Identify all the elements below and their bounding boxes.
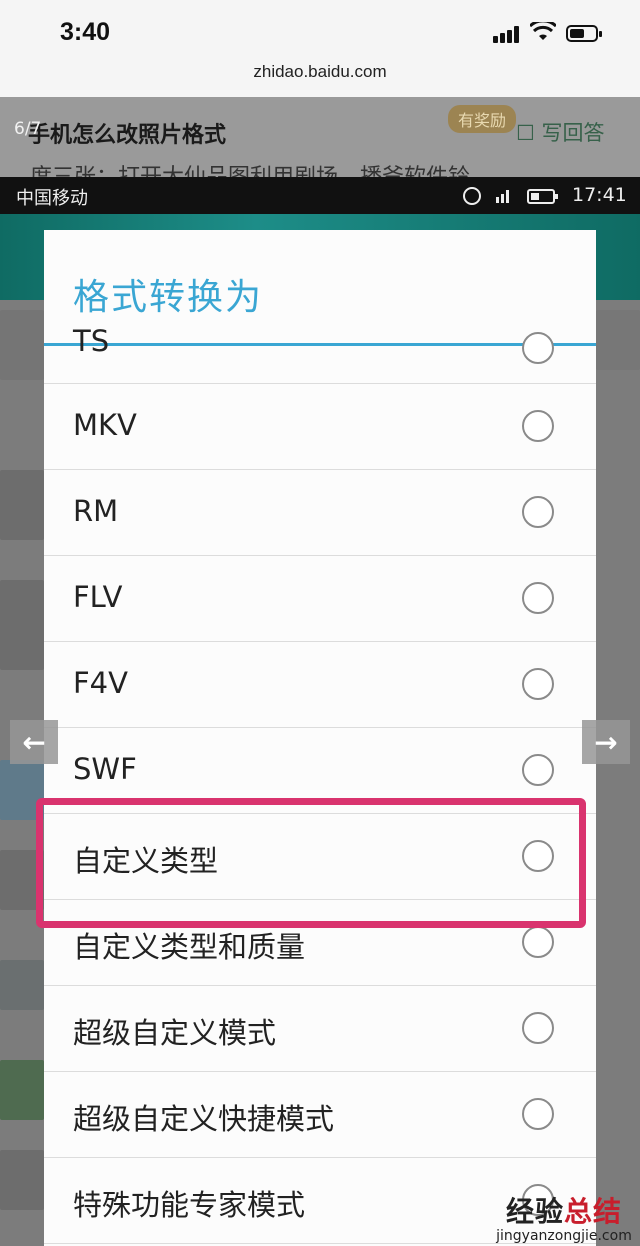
radio-button[interactable] bbox=[522, 926, 554, 958]
format-option[interactable]: MKV bbox=[44, 384, 596, 470]
option-label: 特殊功能专家模式 bbox=[73, 1188, 306, 1222]
radio-button[interactable] bbox=[522, 668, 554, 700]
arrow-right-icon: → bbox=[594, 725, 618, 759]
option-label: 超级自定义模式 bbox=[73, 1016, 277, 1050]
watermark-url: jingyanzongjie.com bbox=[496, 1228, 632, 1244]
side-thumbnail bbox=[0, 1060, 44, 1120]
option-label: SWF bbox=[73, 752, 137, 786]
android-clock: 17:41 bbox=[572, 184, 627, 206]
format-option[interactable]: 超级自定义模式 bbox=[44, 986, 596, 1072]
question-title: 手机怎么改照片格式 bbox=[28, 123, 227, 148]
radio-button[interactable] bbox=[522, 410, 554, 442]
format-option[interactable]: F4V bbox=[44, 642, 596, 728]
watermark-title: 经验总结 bbox=[488, 1190, 640, 1230]
android-status-bar: 中国移动 17:41 bbox=[0, 177, 640, 214]
option-label: FLV bbox=[73, 580, 123, 614]
address-bar-url[interactable]: zhidao.baidu.com bbox=[0, 62, 640, 82]
dialog-title: 格式转换为 bbox=[73, 277, 264, 318]
previous-image-button[interactable]: ← bbox=[10, 720, 58, 764]
ios-clock: 3:40 bbox=[60, 18, 111, 46]
watermark-title-part1: 经验 bbox=[505, 1195, 564, 1228]
radio-button[interactable] bbox=[522, 582, 554, 614]
wifi-icon bbox=[530, 22, 556, 40]
reward-badge: 有奖励 bbox=[448, 105, 517, 133]
option-label: F4V bbox=[73, 666, 128, 700]
highlight-annotation bbox=[36, 798, 586, 928]
radio-button[interactable] bbox=[522, 1098, 554, 1130]
side-thumbnail bbox=[0, 470, 44, 540]
cellular-signal-icon bbox=[493, 25, 523, 43]
alarm-icon bbox=[463, 187, 481, 205]
format-option[interactable]: FLV bbox=[44, 556, 596, 642]
format-dialog: 格式转换为 TS MKV RM FLV F4V SWF 自定义类型 自定义类型和… bbox=[44, 230, 596, 1246]
site-watermark: 经验总结 jingyanzongjie.com bbox=[488, 1190, 640, 1244]
question-header: 手机怎么改照片格式 6/7 有奖励 ☐ 写回答 度三张：打开大仙品图利用剧场，播… bbox=[0, 97, 640, 177]
battery-icon bbox=[566, 25, 602, 42]
side-thumbnail bbox=[0, 960, 44, 1010]
answer-snippet: 度三张：打开大仙品图利用剧场，播爷软件铃 bbox=[30, 159, 470, 177]
watermark-title-part2: 总结 bbox=[564, 1195, 623, 1228]
format-option[interactable]: TS bbox=[44, 324, 596, 384]
option-label: TS bbox=[73, 324, 110, 358]
option-label: RM bbox=[73, 494, 119, 528]
radio-button[interactable] bbox=[522, 496, 554, 528]
arrow-left-icon: ← bbox=[22, 725, 46, 759]
format-option-list[interactable]: TS MKV RM FLV F4V SWF 自定义类型 自定义类型和质量 超级自… bbox=[44, 324, 596, 1244]
write-answer-label: 写回答 bbox=[541, 121, 605, 145]
radio-button[interactable] bbox=[522, 332, 554, 364]
format-option[interactable]: RM bbox=[44, 470, 596, 556]
side-thumbnail bbox=[0, 580, 44, 670]
image-counter: 6/7 bbox=[14, 119, 42, 139]
radio-button[interactable] bbox=[522, 754, 554, 786]
option-label: 自定义类型和质量 bbox=[73, 930, 306, 964]
edit-icon: ☐ bbox=[516, 121, 535, 145]
option-label: MKV bbox=[73, 408, 137, 442]
side-thumbnail bbox=[0, 1150, 44, 1210]
status-icons bbox=[463, 187, 558, 205]
next-image-button[interactable]: → bbox=[582, 720, 630, 764]
option-label: 超级自定义快捷模式 bbox=[73, 1102, 335, 1136]
side-thumbnail bbox=[0, 310, 44, 380]
radio-button[interactable] bbox=[522, 1012, 554, 1044]
browser-chrome: 3:40 zhidao.baidu.com bbox=[0, 0, 640, 97]
carrier-name: 中国移动 bbox=[16, 188, 88, 209]
side-thumbnail bbox=[596, 310, 640, 370]
format-option[interactable]: 超级自定义快捷模式 bbox=[44, 1072, 596, 1158]
write-answer-button[interactable]: ☐ 写回答 bbox=[516, 117, 605, 147]
